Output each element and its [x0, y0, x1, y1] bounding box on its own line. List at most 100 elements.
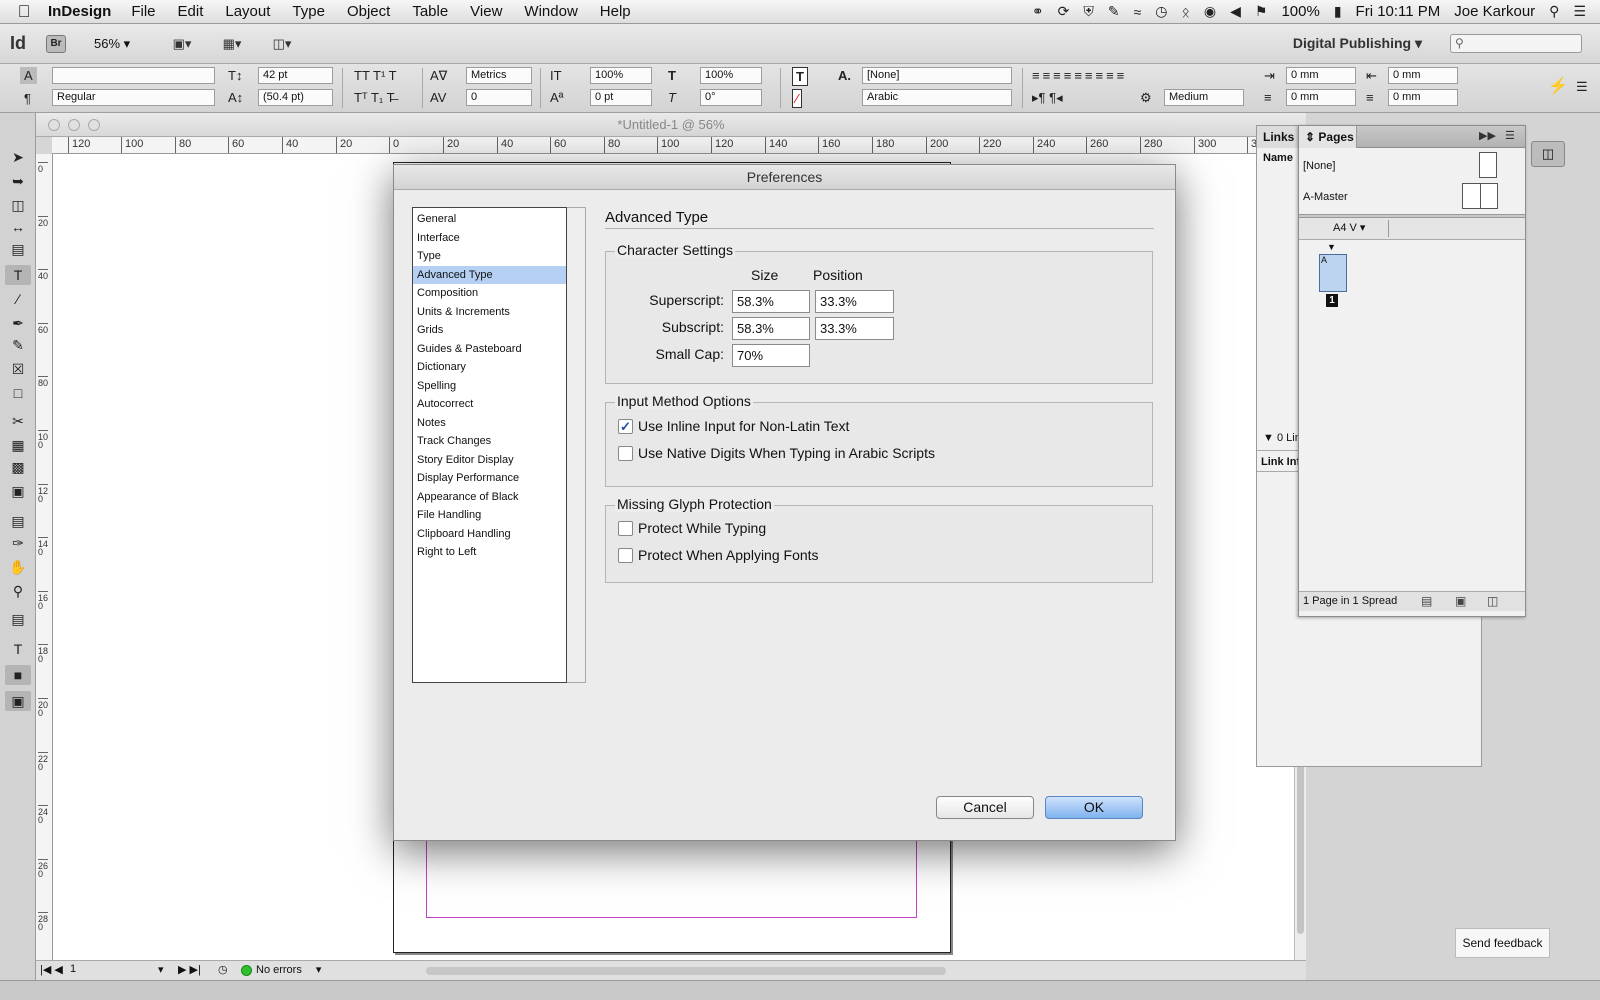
lightning-icon[interactable]: ⚡: [1548, 78, 1568, 95]
fill-stroke-icon[interactable]: ▤: [5, 609, 31, 629]
font-family-field[interactable]: [52, 67, 215, 84]
preflight-status[interactable]: No errors ▾: [241, 961, 321, 980]
links-name-header[interactable]: Name: [1263, 152, 1293, 164]
menu-layout[interactable]: Layout: [225, 3, 270, 20]
close-window-icon[interactable]: [48, 119, 60, 131]
subscript-size-input[interactable]: 58.3%: [732, 317, 810, 340]
send-feedback-button[interactable]: Send feedback: [1455, 928, 1550, 958]
category-advanced-type[interactable]: Advanced Type: [413, 265, 566, 284]
pencil-tool-icon[interactable]: ✎: [5, 335, 31, 355]
category-dictionary[interactable]: Dictionary: [413, 358, 566, 377]
screen-mode-button[interactable]: ▦▾: [214, 33, 250, 55]
protect-fonts-label[interactable]: Protect When Applying Fonts: [638, 547, 819, 563]
battery-icon[interactable]: ▮: [1334, 3, 1342, 20]
panel-menu-icon[interactable]: ☰: [1576, 78, 1588, 95]
ok-button[interactable]: OK: [1045, 796, 1143, 819]
next-page-icon[interactable]: ▶ ▶|: [178, 961, 201, 980]
menu-object[interactable]: Object: [347, 3, 390, 20]
zoom-tool-icon[interactable]: ⚲: [5, 581, 31, 601]
left-indent-field[interactable]: 0 mm: [1286, 67, 1356, 84]
free-transform-tool-icon[interactable]: ▦: [5, 435, 31, 455]
category-right-to-left[interactable]: Right to Left: [413, 543, 566, 562]
sync-icon[interactable]: ⟳: [1058, 3, 1070, 20]
spotlight-search-icon[interactable]: ⚲: [1549, 3, 1559, 20]
category-units-increments[interactable]: Units & Increments: [413, 303, 566, 322]
category-general[interactable]: General: [413, 210, 566, 229]
disclosure-triangle-icon[interactable]: ▼: [1263, 432, 1274, 444]
rectangle-tool-icon[interactable]: □: [5, 383, 31, 403]
workspace-switcher[interactable]: Digital Publishing ▾: [1293, 35, 1422, 52]
protect-typing-label[interactable]: Protect While Typing: [638, 520, 766, 536]
all-caps-icon[interactable]: TT T¹ T: [354, 67, 397, 84]
collapse-panel-icon[interactable]: ▶▶: [1479, 129, 1496, 142]
page-thumbnail[interactable]: A: [1319, 254, 1347, 292]
evernote-icon[interactable]: ✎: [1108, 3, 1120, 20]
formatting-affects-text-icon[interactable]: T: [5, 639, 31, 659]
category-list-scrollbar[interactable]: [567, 207, 586, 683]
page-number-field[interactable]: 1: [66, 963, 166, 978]
link-info-header[interactable]: Link Inf: [1257, 450, 1301, 472]
baseline-shift-field[interactable]: 0 pt: [590, 89, 652, 106]
eyedropper-tool-icon[interactable]: ✑: [5, 533, 31, 553]
preflight-icon[interactable]: ◷: [218, 961, 228, 980]
scissors-tool-icon[interactable]: ✂: [5, 411, 31, 431]
page-size-icon[interactable]: ▤: [1421, 592, 1432, 611]
language-field[interactable]: Arabic: [862, 89, 1012, 106]
inline-input-checkbox[interactable]: ✓: [618, 419, 633, 434]
font-style-field[interactable]: Regular: [52, 89, 215, 106]
chevron-down-icon[interactable]: ▾: [158, 961, 164, 980]
superscript-position-input[interactable]: 33.3%: [815, 290, 894, 313]
rectangle-frame-tool-icon[interactable]: ☒: [5, 359, 31, 379]
gradient-feather-tool-icon[interactable]: ▣: [5, 481, 31, 501]
notification-center-icon[interactable]: ☰: [1573, 3, 1586, 20]
links-tab[interactable]: Links: [1257, 126, 1299, 148]
view-options-button[interactable]: ▣▾: [164, 33, 200, 55]
bluetooth-icon[interactable]: ᛟ: [1181, 4, 1189, 20]
page-size-select[interactable]: A4 V ▾: [1313, 220, 1389, 237]
user-name[interactable]: Joe Karkour: [1454, 3, 1535, 20]
master-none-label[interactable]: [None]: [1303, 160, 1335, 172]
protect-fonts-checkbox[interactable]: [618, 548, 633, 563]
category-type[interactable]: Type: [413, 247, 566, 266]
inline-input-label[interactable]: Use Inline Input for Non-Latin Text: [638, 418, 849, 434]
right-indent-field[interactable]: 0 mm: [1388, 67, 1458, 84]
trash-icon[interactable]: ◫: [1487, 592, 1498, 611]
first-page-icon[interactable]: |◀ ◀: [40, 961, 63, 980]
native-digits-label[interactable]: Use Native Digits When Typing in Arabic …: [638, 445, 935, 461]
gap-tool-icon[interactable]: ↔: [5, 217, 31, 237]
category-autocorrect[interactable]: Autocorrect: [413, 395, 566, 414]
category-composition[interactable]: Composition: [413, 284, 566, 303]
category-clipboard-handling[interactable]: Clipboard Handling: [413, 525, 566, 544]
gradient-tool-icon[interactable]: ▩: [5, 457, 31, 477]
kerning-field[interactable]: Metrics: [466, 67, 532, 84]
native-digits-checkbox[interactable]: [618, 446, 633, 461]
panel-menu-icon[interactable]: ☰: [1505, 129, 1515, 142]
arrange-documents-button[interactable]: ◫▾: [264, 33, 300, 55]
cancel-button[interactable]: Cancel: [936, 796, 1034, 819]
category-appearance-of-black[interactable]: Appearance of Black: [413, 488, 566, 507]
vertical-ruler[interactable]: 0 20 40 60 80 100 120 140 160 180 200 22…: [36, 154, 53, 960]
category-story-editor-display[interactable]: Story Editor Display: [413, 451, 566, 470]
app-menu[interactable]: InDesign: [48, 3, 111, 20]
subscript-position-input[interactable]: 33.3%: [815, 317, 894, 340]
time-machine-icon[interactable]: ◷: [1155, 3, 1167, 20]
protect-typing-checkbox[interactable]: [618, 521, 633, 536]
type-tool-icon[interactable]: T: [5, 265, 31, 285]
menu-help[interactable]: Help: [600, 3, 631, 20]
pen-tool-icon[interactable]: ✒: [5, 313, 31, 333]
selection-tool-icon[interactable]: ➤: [5, 147, 31, 167]
note-tool-icon[interactable]: ▤: [5, 511, 31, 531]
pages-tab[interactable]: ⇕ Pages: [1299, 126, 1357, 148]
menu-table[interactable]: Table: [412, 3, 448, 20]
small-caps-icon[interactable]: Tᵀ T₁ T̶: [354, 89, 395, 106]
leading-field[interactable]: (50.4 pt): [258, 89, 333, 106]
horizontal-scale-field[interactable]: 100%: [700, 67, 762, 84]
category-interface[interactable]: Interface: [413, 229, 566, 248]
flag-icon[interactable]: ⚑: [1255, 3, 1268, 20]
apply-color-icon[interactable]: ■: [5, 665, 31, 685]
category-file-handling[interactable]: File Handling: [413, 506, 566, 525]
page-tool-icon[interactable]: ◫: [5, 195, 31, 215]
volume-icon[interactable]: ◀: [1230, 3, 1241, 20]
bridge-button[interactable]: Br: [46, 34, 66, 53]
vertical-scale-field[interactable]: 100%: [590, 67, 652, 84]
